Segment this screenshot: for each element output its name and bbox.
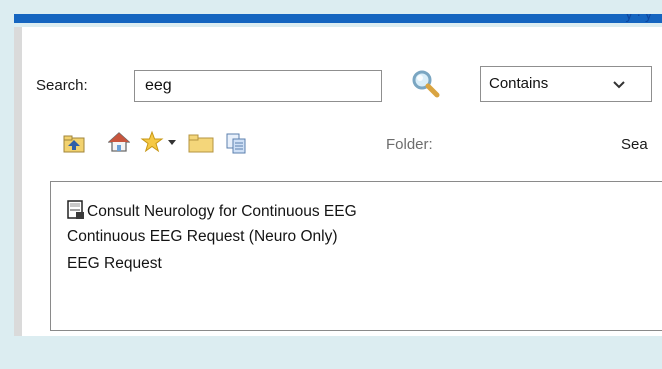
search-button[interactable] xyxy=(409,68,443,102)
favorites-dropdown-icon[interactable] xyxy=(168,140,176,146)
list-item-label: Continuous EEG Request (Neuro Only) xyxy=(67,228,338,245)
search-results-list[interactable]: Consult Neurology for Continuous EEG Con… xyxy=(50,181,662,331)
magnifier-icon xyxy=(412,70,440,98)
search-mode-value: Contains xyxy=(489,75,549,92)
list-item-label: Consult Neurology for Continuous EEG xyxy=(87,203,357,220)
list-item-label: EEG Request xyxy=(67,255,162,272)
home-icon[interactable] xyxy=(108,131,130,153)
search-label: Search: xyxy=(36,77,88,94)
list-item[interactable]: EEG Request xyxy=(67,255,162,273)
folder-label: Folder: xyxy=(386,136,433,153)
up-folder-icon[interactable] xyxy=(63,134,85,154)
search-within-label: Sea xyxy=(621,136,648,153)
list-item[interactable]: Consult Neurology for Continuous EEG xyxy=(67,200,357,221)
chevron-down-icon xyxy=(613,81,625,89)
window-title: y · y xyxy=(625,14,652,22)
list-item[interactable]: Continuous EEG Request (Neuro Only) xyxy=(67,228,338,246)
document-icon xyxy=(67,200,84,219)
search-input[interactable] xyxy=(134,70,382,102)
window-titlebar: y · y xyxy=(14,14,662,23)
copy-icon[interactable] xyxy=(225,132,247,154)
folder-icon[interactable] xyxy=(188,133,214,153)
search-mode-select[interactable]: Contains xyxy=(480,66,652,102)
favorites-star-icon[interactable] xyxy=(140,130,164,154)
